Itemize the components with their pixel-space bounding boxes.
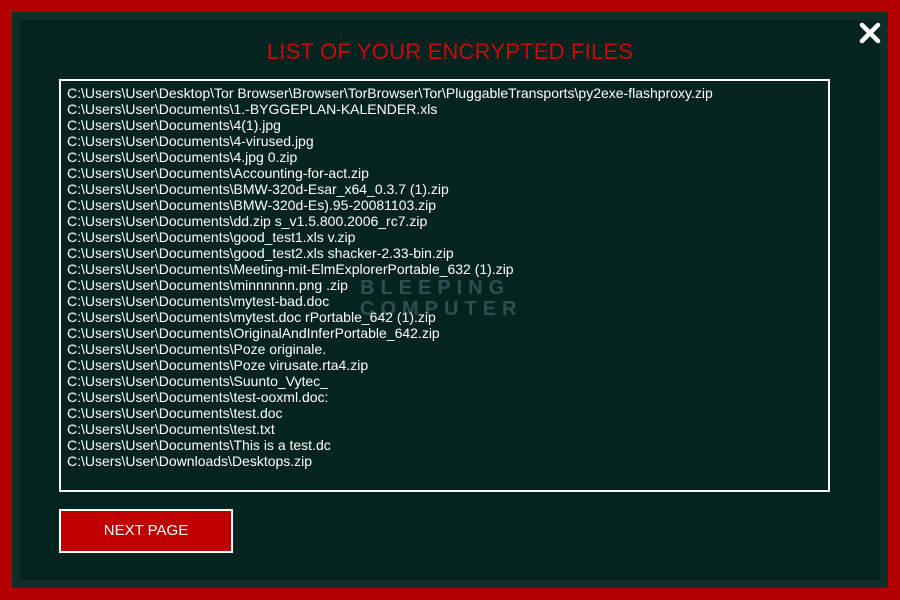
file-row: C:\Users\User\Documents\Accounting-for-a…	[67, 165, 369, 181]
file-row: C:\Users\User\Documents\4.jpg 0.zip	[67, 149, 298, 165]
file-row: C:\Users\User\Documents\test-ooxml.doc:	[67, 389, 329, 405]
file-row: C:\Users\User\Documents\test.doc	[67, 405, 283, 421]
file-row: C:\Users\User\Desktop\Tor Browser\Browse…	[67, 85, 713, 101]
file-row: C:\Users\User\Documents\BMW-320d-Esar_x6…	[67, 181, 449, 197]
file-row: C:\Users\User\Documents\good_test1.xls v…	[67, 229, 356, 245]
file-row: C:\Users\User\Documents\mytest.doc rPort…	[67, 309, 436, 325]
file-row: C:\Users\User\Documents\mytest-bad.doc	[67, 293, 330, 309]
file-row: C:\Users\User\Downloads\Desktops.zip	[67, 453, 313, 469]
file-row: C:\Users\User\Documents\1.-BYGGEPLAN-KAL…	[67, 101, 438, 117]
file-row: C:\Users\User\Documents\Poze originale.	[67, 341, 327, 357]
page-title: LIST OF YOUR ENCRYPTED FILES	[266, 39, 634, 64]
file-row: C:\Users\User\Documents\4(1).jpg	[67, 117, 281, 133]
file-row: C:\Users\User\Documents\minnnnnn.png .zi…	[67, 277, 348, 293]
file-row: C:\Users\User\Documents\This is a test.d…	[67, 437, 331, 453]
file-row: C:\Users\User\Documents\Suunto_Vytec_	[67, 373, 328, 389]
file-row: C:\Users\User\Documents\Poze virusate.rt…	[67, 357, 369, 373]
file-row: C:\Users\User\Documents\4-virused.jpg	[67, 133, 314, 149]
file-row: C:\Users\User\Documents\Meeting-mit-ElmE…	[67, 261, 514, 277]
file-row: C:\Users\User\Documents\good_test2.xls s…	[67, 245, 454, 261]
file-row: C:\Users\User\Documents\dd.zip s_v1.5.80…	[67, 213, 428, 229]
encrypted-files-list[interactable]: C:\Users\User\Desktop\Tor Browser\Browse…	[59, 79, 830, 492]
file-row: C:\Users\User\Documents\OriginalAndInfer…	[67, 325, 440, 341]
file-row: C:\Users\User\Documents\BMW-320d-Es).95-…	[67, 197, 437, 213]
next-page-button[interactable]: NEXT PAGE	[59, 509, 233, 553]
file-list-content: C:\Users\User\Desktop\Tor Browser\Browse…	[67, 85, 824, 469]
file-row: C:\Users\User\Documents\test.txt	[67, 421, 275, 437]
